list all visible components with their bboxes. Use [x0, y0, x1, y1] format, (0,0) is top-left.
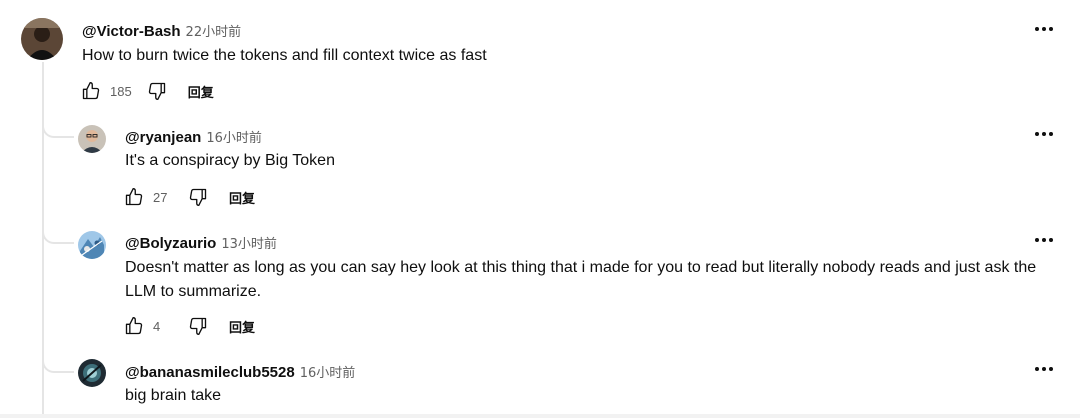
like-count: 185: [110, 83, 132, 99]
user-avatar-teal-icon: [78, 359, 106, 387]
avatar[interactable]: [78, 359, 106, 387]
avatar[interactable]: [78, 231, 106, 259]
comment-text: big brain take: [125, 387, 222, 404]
thread-branch: [42, 122, 74, 138]
like-icon[interactable]: [80, 80, 102, 102]
like-icon[interactable]: [123, 315, 145, 337]
comment-text: It's a conspiracy by Big Token: [125, 152, 335, 169]
comment-time[interactable]: 22小时前: [186, 21, 242, 40]
more-options-button[interactable]: [1032, 124, 1056, 144]
comment-time[interactable]: 16小时前: [206, 127, 262, 146]
like-count: 4: [153, 318, 161, 334]
more-options-button[interactable]: [1032, 19, 1056, 39]
comment-text: Doesn't matter as long as you can say he…: [125, 259, 1037, 300]
comment-time[interactable]: 16小时前: [300, 362, 356, 381]
comment-actions: 27 回复: [123, 185, 255, 209]
comment-actions: 185 回复: [80, 79, 214, 103]
like-count: 27: [153, 189, 168, 205]
comment-author[interactable]: @bananasmileclub5528: [125, 364, 295, 381]
more-options-button[interactable]: [1032, 230, 1056, 250]
comment-author[interactable]: @Bolyzaurio: [125, 235, 216, 252]
reply-button[interactable]: 回复: [229, 317, 255, 336]
dislike-icon[interactable]: [146, 80, 168, 102]
comment-header: @ryanjean 16小时前: [125, 127, 262, 146]
comment-header: @Bolyzaurio 13小时前: [125, 233, 277, 252]
more-options-button[interactable]: [1032, 359, 1056, 379]
avatar[interactable]: [78, 125, 106, 153]
like-icon[interactable]: [123, 186, 145, 208]
user-avatar-dark-icon: [21, 18, 63, 60]
user-avatar-glasses-icon: [78, 125, 106, 153]
comment-header: @Victor-Bash 22小时前: [82, 21, 241, 40]
comment-text: How to burn twice the tokens and fill co…: [82, 47, 487, 64]
user-avatar-blue-pattern-icon: [78, 231, 106, 259]
reply-button[interactable]: 回复: [188, 82, 214, 101]
thread-branch: [42, 357, 74, 373]
bottom-edge: [0, 414, 1080, 418]
avatar[interactable]: [21, 18, 63, 60]
reply-button[interactable]: 回复: [229, 188, 255, 207]
thread-branch: [42, 228, 74, 244]
comment-author[interactable]: @Victor-Bash: [82, 23, 181, 40]
comment-time[interactable]: 13小时前: [221, 233, 277, 252]
dislike-icon[interactable]: [187, 315, 209, 337]
comment-actions: 4 回复: [123, 314, 255, 338]
comment-author[interactable]: @ryanjean: [125, 129, 201, 146]
dislike-icon[interactable]: [187, 186, 209, 208]
comment-header: @bananasmileclub5528 16小时前: [125, 362, 355, 381]
